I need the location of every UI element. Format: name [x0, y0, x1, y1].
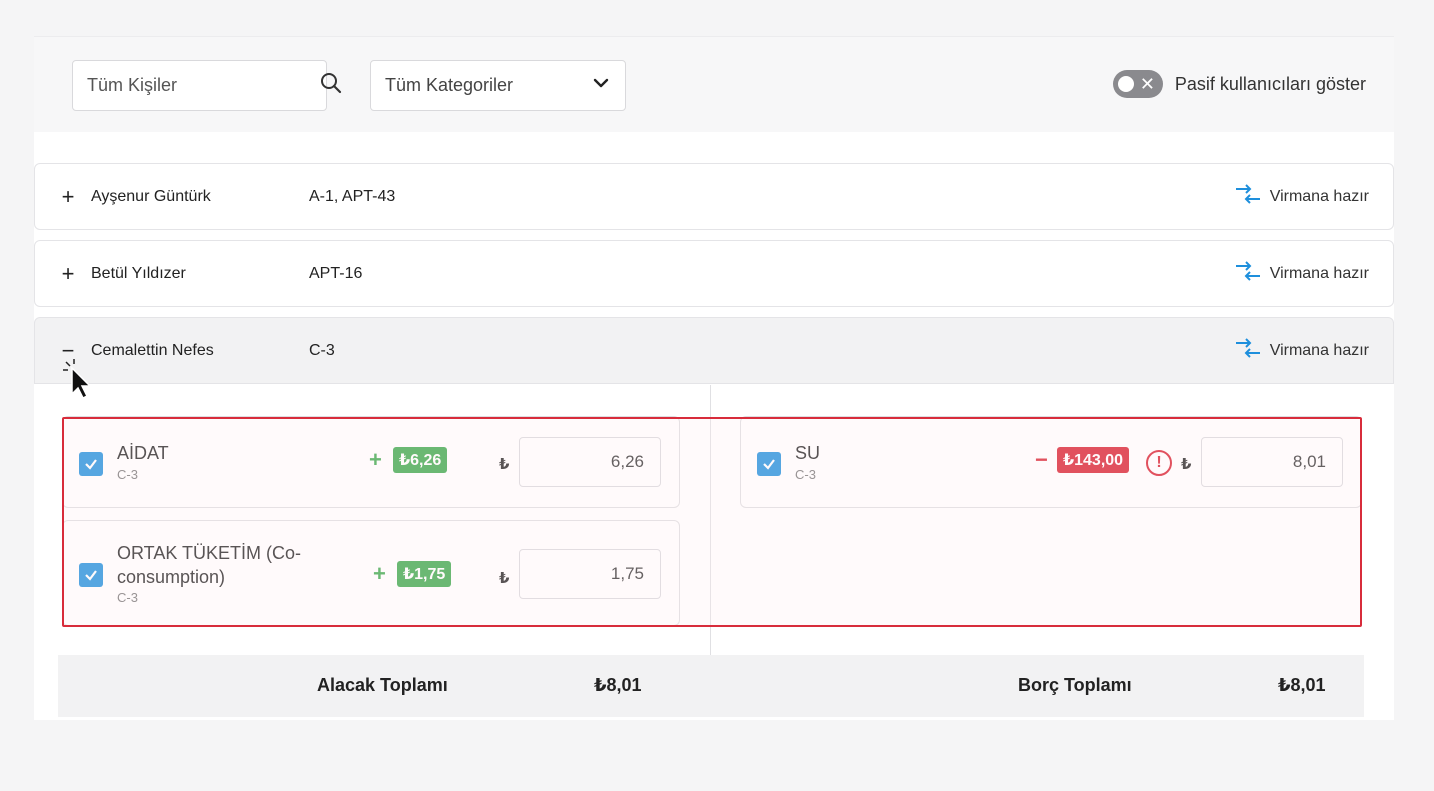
- person-row[interactable]: + Ayşenur Güntürk A-1, APT-43 Virmana ha…: [34, 163, 1394, 230]
- transfer-status: Virmana hazır: [1234, 337, 1369, 364]
- person-row[interactable]: + Betül Yıldızer APT-16 Virmana hazır: [34, 240, 1394, 307]
- expand-icon[interactable]: +: [59, 184, 77, 210]
- totals-bar: Alacak Toplamı ₺8,01 Borç Toplamı ₺8,01: [58, 655, 1364, 717]
- credit-total-value: ₺8,01: [594, 675, 642, 695]
- person-row-expanded[interactable]: − Cemalettin Nefes C-3 Virmana hazır: [34, 317, 1394, 384]
- passive-users-toggle[interactable]: ✕: [1112, 70, 1163, 98]
- toggle-knob: [1117, 76, 1134, 92]
- transfer-status-label: Virmana hazır: [1269, 264, 1369, 282]
- error-highlight-box: [62, 417, 1362, 627]
- person-name: Ayşenur Güntürk: [91, 187, 211, 205]
- top-divider: [34, 36, 1394, 37]
- transfer-arrows-icon: [1234, 337, 1262, 364]
- transfer-status: Virmana hazır: [1234, 260, 1369, 287]
- debit-total-value: ₺8,01: [1278, 675, 1326, 695]
- transfer-status: Virmana hazır: [1234, 183, 1369, 210]
- person-units: A-1, APT-43: [309, 187, 396, 205]
- mouse-cursor-icon: [62, 358, 92, 403]
- person-units: C-3: [309, 341, 335, 359]
- credit-total-label: Alacak Toplamı: [317, 675, 448, 695]
- main-panel: Tüm Kategoriler ✕ Pasif kullanıcıları gö…: [34, 36, 1394, 720]
- person-name: Cemalettin Nefes: [91, 341, 214, 359]
- debit-total-label: Borç Toplamı: [1018, 675, 1132, 695]
- passive-users-toggle-group: ✕ Pasif kullanıcıları göster: [1112, 70, 1366, 98]
- chevron-down-icon: [591, 73, 611, 98]
- search-icon[interactable]: [319, 71, 343, 100]
- transfer-arrows-icon: [1234, 183, 1262, 210]
- passive-users-label: Pasif kullanıcıları göster: [1174, 73, 1366, 94]
- category-dropdown[interactable]: Tüm Kategoriler: [370, 60, 626, 111]
- person-name: Betül Yıldızer: [91, 264, 186, 282]
- transfer-status-label: Virmana hazır: [1269, 341, 1369, 359]
- category-dropdown-value: Tüm Kategoriler: [385, 75, 514, 95]
- close-icon: ✕: [1139, 74, 1155, 94]
- person-units: APT-16: [309, 264, 363, 282]
- expanded-detail: AİDAT C-3 + ₺6,26 ₺ ORTAK TÜKETİM (Co- c…: [34, 385, 1394, 720]
- expand-icon[interactable]: +: [59, 261, 77, 287]
- transfer-status-label: Virmana hazır: [1269, 187, 1369, 205]
- person-search[interactable]: [72, 60, 342, 111]
- person-search-input[interactable]: [87, 75, 319, 96]
- person-list: + Ayşenur Güntürk A-1, APT-43 Virmana ha…: [34, 132, 1394, 720]
- transfer-arrows-icon: [1234, 260, 1262, 287]
